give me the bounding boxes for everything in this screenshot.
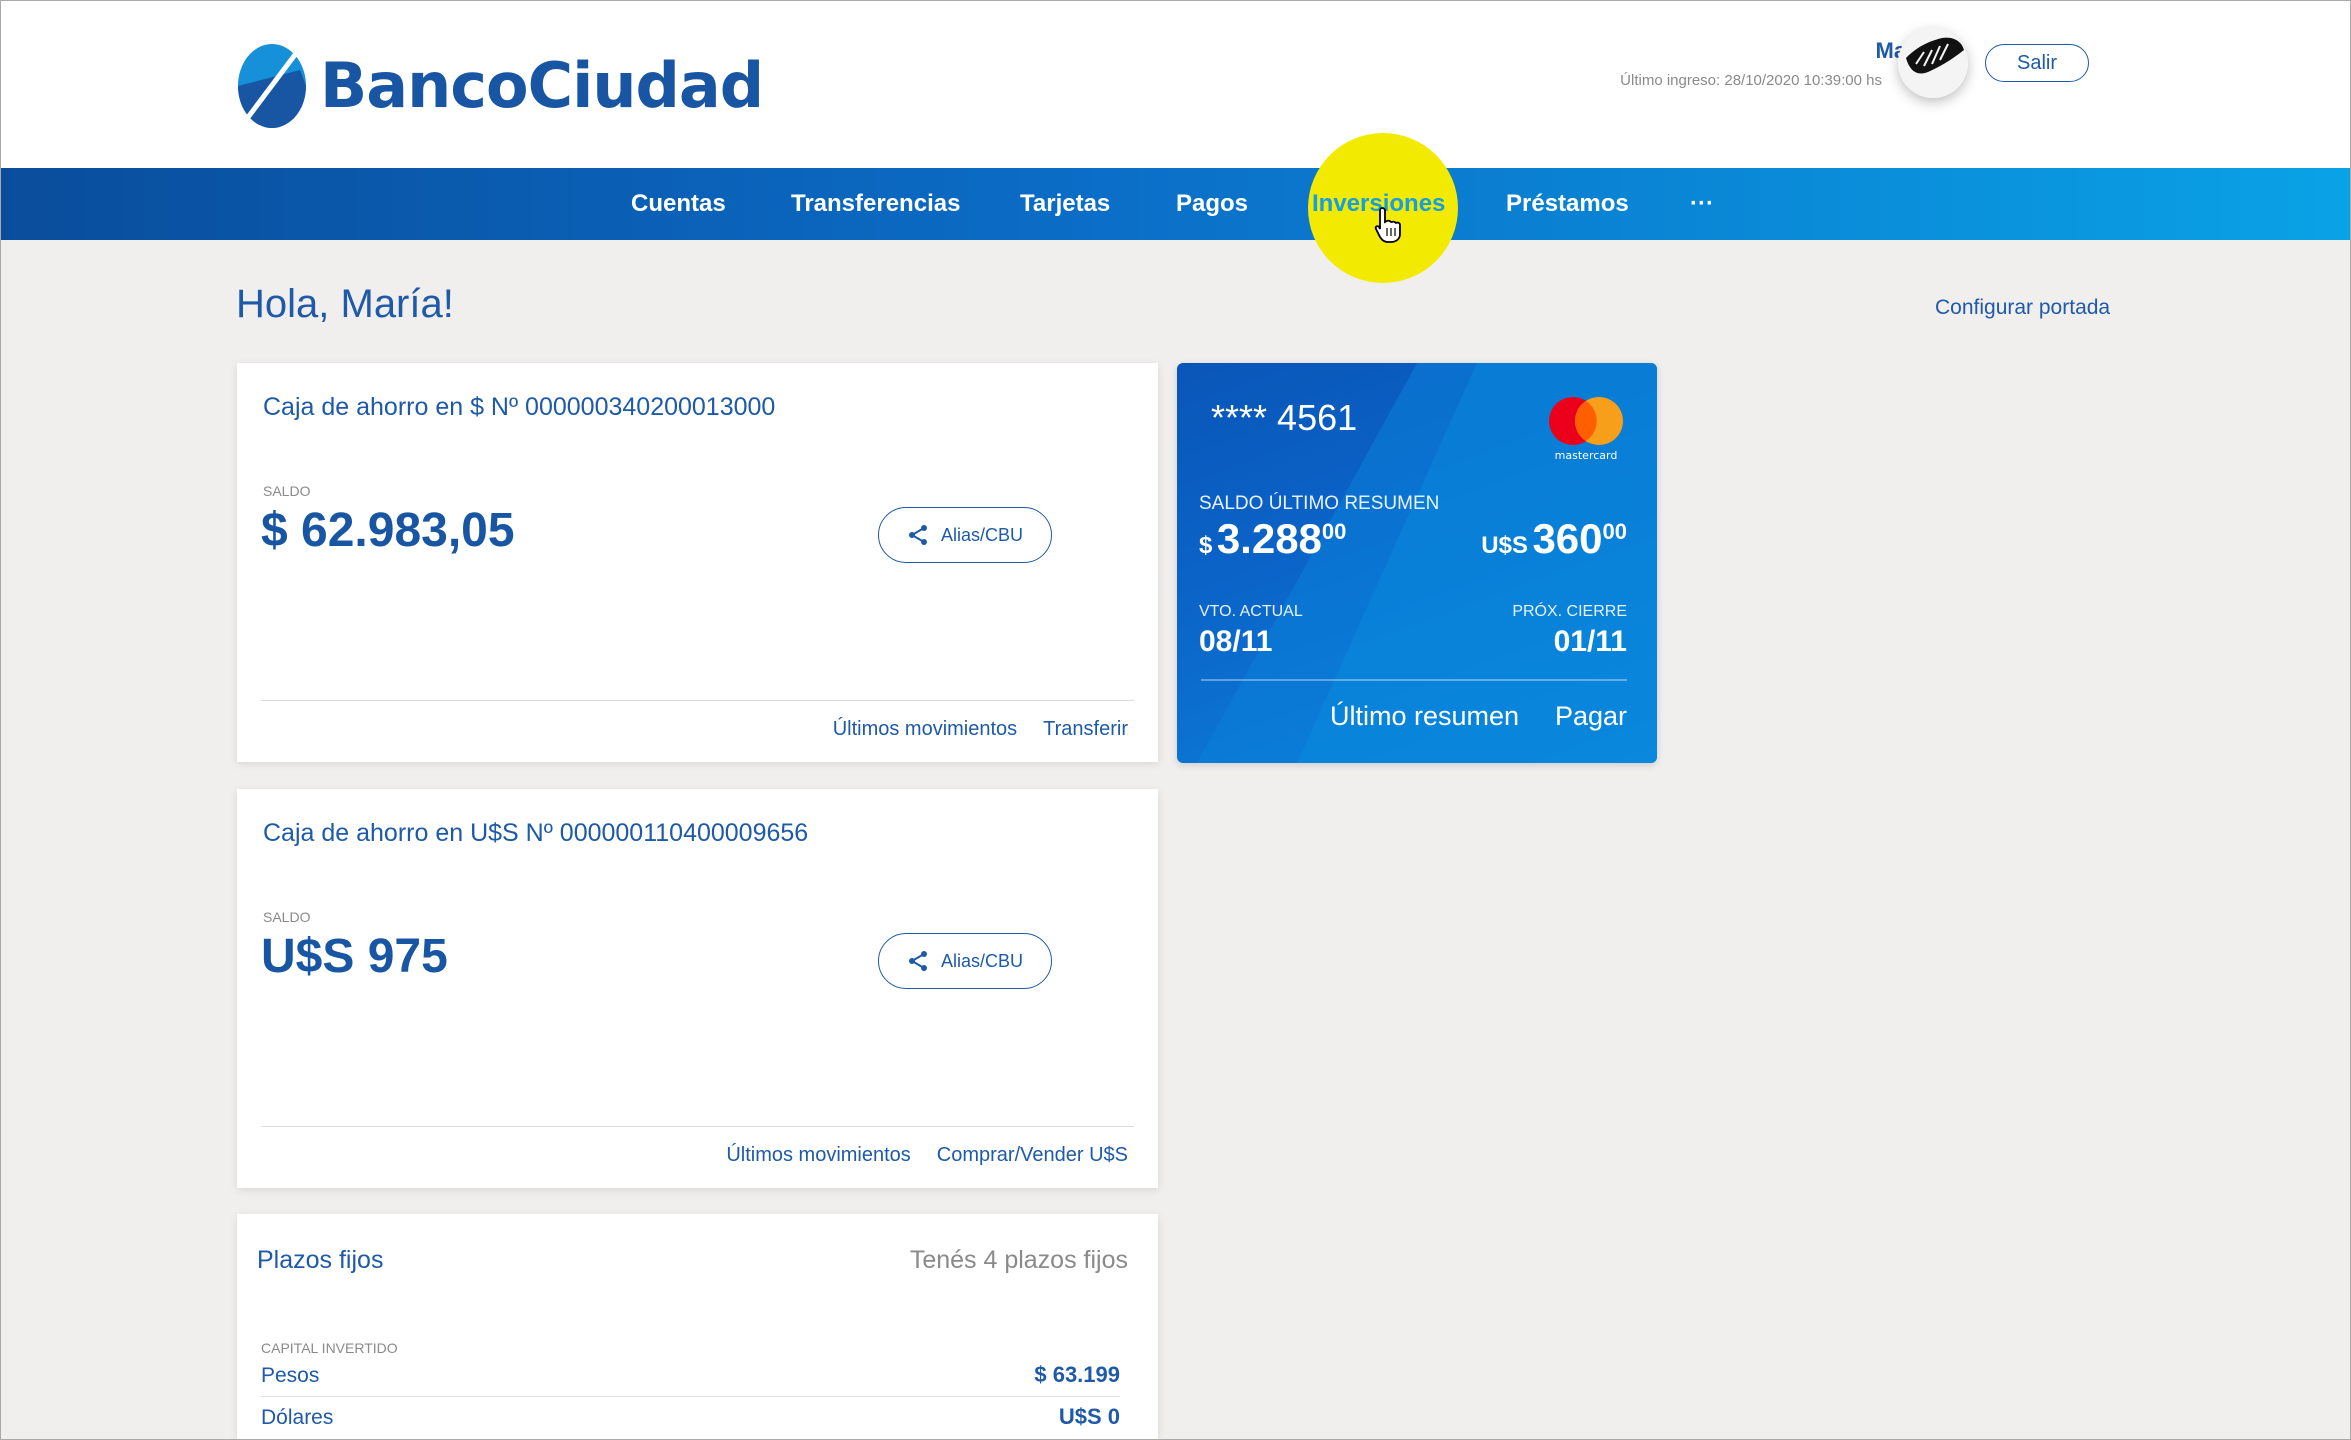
row-value: U$S 0 xyxy=(1058,1404,1120,1429)
balance-value: U$S 975 xyxy=(261,930,448,983)
row-label: Dólares xyxy=(261,1406,334,1429)
top-header: BancoCiudad María Último ingreso: 28/10/… xyxy=(0,0,2351,168)
hand-cursor-icon xyxy=(1374,207,1401,243)
configure-home-link[interactable]: Configurar portada xyxy=(1935,296,2110,320)
fixed-terms-title[interactable]: Plazos fijos xyxy=(257,1246,383,1275)
due-date-label: VTO. ACTUAL xyxy=(1199,603,1303,620)
alias-cbu-button[interactable]: Alias/CBU xyxy=(878,507,1052,563)
bank-name: BancoCiudad xyxy=(320,48,764,122)
balance-value: $ 62.983,05 xyxy=(261,504,515,557)
alias-cbu-button[interactable]: Alias/CBU xyxy=(878,933,1052,989)
row-label: Pesos xyxy=(261,1364,320,1387)
nav-tarjetas[interactable]: Tarjetas xyxy=(1020,168,1110,240)
main-nav: Cuentas Transferencias Tarjetas Pagos Pr… xyxy=(0,168,2351,240)
card-divider xyxy=(261,1126,1134,1127)
alias-cbu-label: Alias/CBU xyxy=(940,524,1024,545)
credit-card-widget[interactable]: **** 4561 mastercard SALDO ÚLTIMO RESUME… xyxy=(1177,363,1657,763)
nav-pagos[interactable]: Pagos xyxy=(1176,168,1248,240)
page-title: Hola, María! xyxy=(236,282,454,326)
account-title[interactable]: Caja de ahorro en U$S Nº 000000110400009… xyxy=(263,819,808,848)
next-close-date: 01/11 xyxy=(1553,625,1627,658)
nav-transferencias[interactable]: Transferencias xyxy=(791,168,960,240)
last-login: Último ingreso: 28/10/2020 10:39:00 hs xyxy=(1620,72,1882,89)
mastercard-wordmark: mastercard xyxy=(1555,449,1618,462)
nav-cuentas[interactable]: Cuentas xyxy=(631,168,726,240)
fixed-terms-count: Tenés 4 plazos fijos xyxy=(909,1246,1128,1274)
last-statement-label: SALDO ÚLTIMO RESUMEN xyxy=(1199,493,1440,514)
capital-label: CAPITAL INVERTIDO xyxy=(261,1340,398,1356)
usd-decimals: 00 xyxy=(1602,519,1627,544)
account-card-ars: Caja de ahorro en $ Nº 00000034020001300… xyxy=(237,363,1158,762)
balance-label: SALDO xyxy=(263,483,311,499)
avatar-image-icon xyxy=(1898,28,1968,98)
fixed-terms-card: Plazos fijos Tenés 4 plazos fijos CAPITA… xyxy=(237,1214,1158,1440)
logout-button[interactable]: Salir xyxy=(1985,44,2089,82)
nav-prestamos[interactable]: Préstamos xyxy=(1506,168,1629,240)
pay-link[interactable]: Pagar xyxy=(1555,701,1627,732)
fixed-term-row-dolares: Dólares U$S 0 xyxy=(261,1398,1120,1438)
logo-mark-icon xyxy=(238,44,306,128)
ars-decimals: 00 xyxy=(1321,519,1347,544)
usd-statement-amount: U$S 36000 xyxy=(1481,515,1627,563)
card-number: **** 4561 xyxy=(1211,397,1358,438)
bank-logo[interactable]: BancoCiudad xyxy=(236,40,764,130)
account-card-usd: Caja de ahorro en U$S Nº 000000110400009… xyxy=(237,789,1158,1188)
avatar[interactable] xyxy=(1898,28,1968,98)
ars-integer: 3.288 xyxy=(1216,515,1322,562)
row-value: $ 63.199 xyxy=(1034,1362,1120,1387)
last-movements-link[interactable]: Últimos movimientos xyxy=(833,718,1017,741)
share-icon xyxy=(908,525,927,545)
last-movements-link[interactable]: Últimos movimientos xyxy=(726,1144,910,1167)
buy-sell-usd-link[interactable]: Comprar/Vender U$S xyxy=(937,1144,1128,1167)
last-statement-link[interactable]: Último resumen xyxy=(1330,701,1519,732)
usd-integer: 360 xyxy=(1532,515,1603,562)
transfer-link[interactable]: Transferir xyxy=(1043,718,1128,741)
due-date: 08/11 xyxy=(1199,625,1273,658)
usd-currency: U$S xyxy=(1481,532,1528,559)
ars-currency: $ xyxy=(1199,532,1213,559)
ars-statement-amount: $ 3.28800 xyxy=(1199,515,1346,563)
mastercard-logo-icon: mastercard xyxy=(1549,397,1623,462)
fixed-term-row-pesos: Pesos $ 63.199 xyxy=(261,1356,1120,1397)
share-icon xyxy=(908,951,927,971)
nav-more[interactable]: ··· xyxy=(1690,168,1714,240)
next-close-label: PRÓX. CIERRE xyxy=(1512,603,1627,620)
account-actions: Últimos movimientos Transferir xyxy=(833,718,1128,741)
account-title[interactable]: Caja de ahorro en $ Nº 00000034020001300… xyxy=(263,393,775,422)
card-divider xyxy=(261,700,1134,701)
alias-cbu-label: Alias/CBU xyxy=(940,950,1024,971)
account-actions: Últimos movimientos Comprar/Vender U$S xyxy=(726,1144,1128,1167)
card-divider xyxy=(1201,679,1627,681)
balance-label: SALDO xyxy=(263,909,311,925)
